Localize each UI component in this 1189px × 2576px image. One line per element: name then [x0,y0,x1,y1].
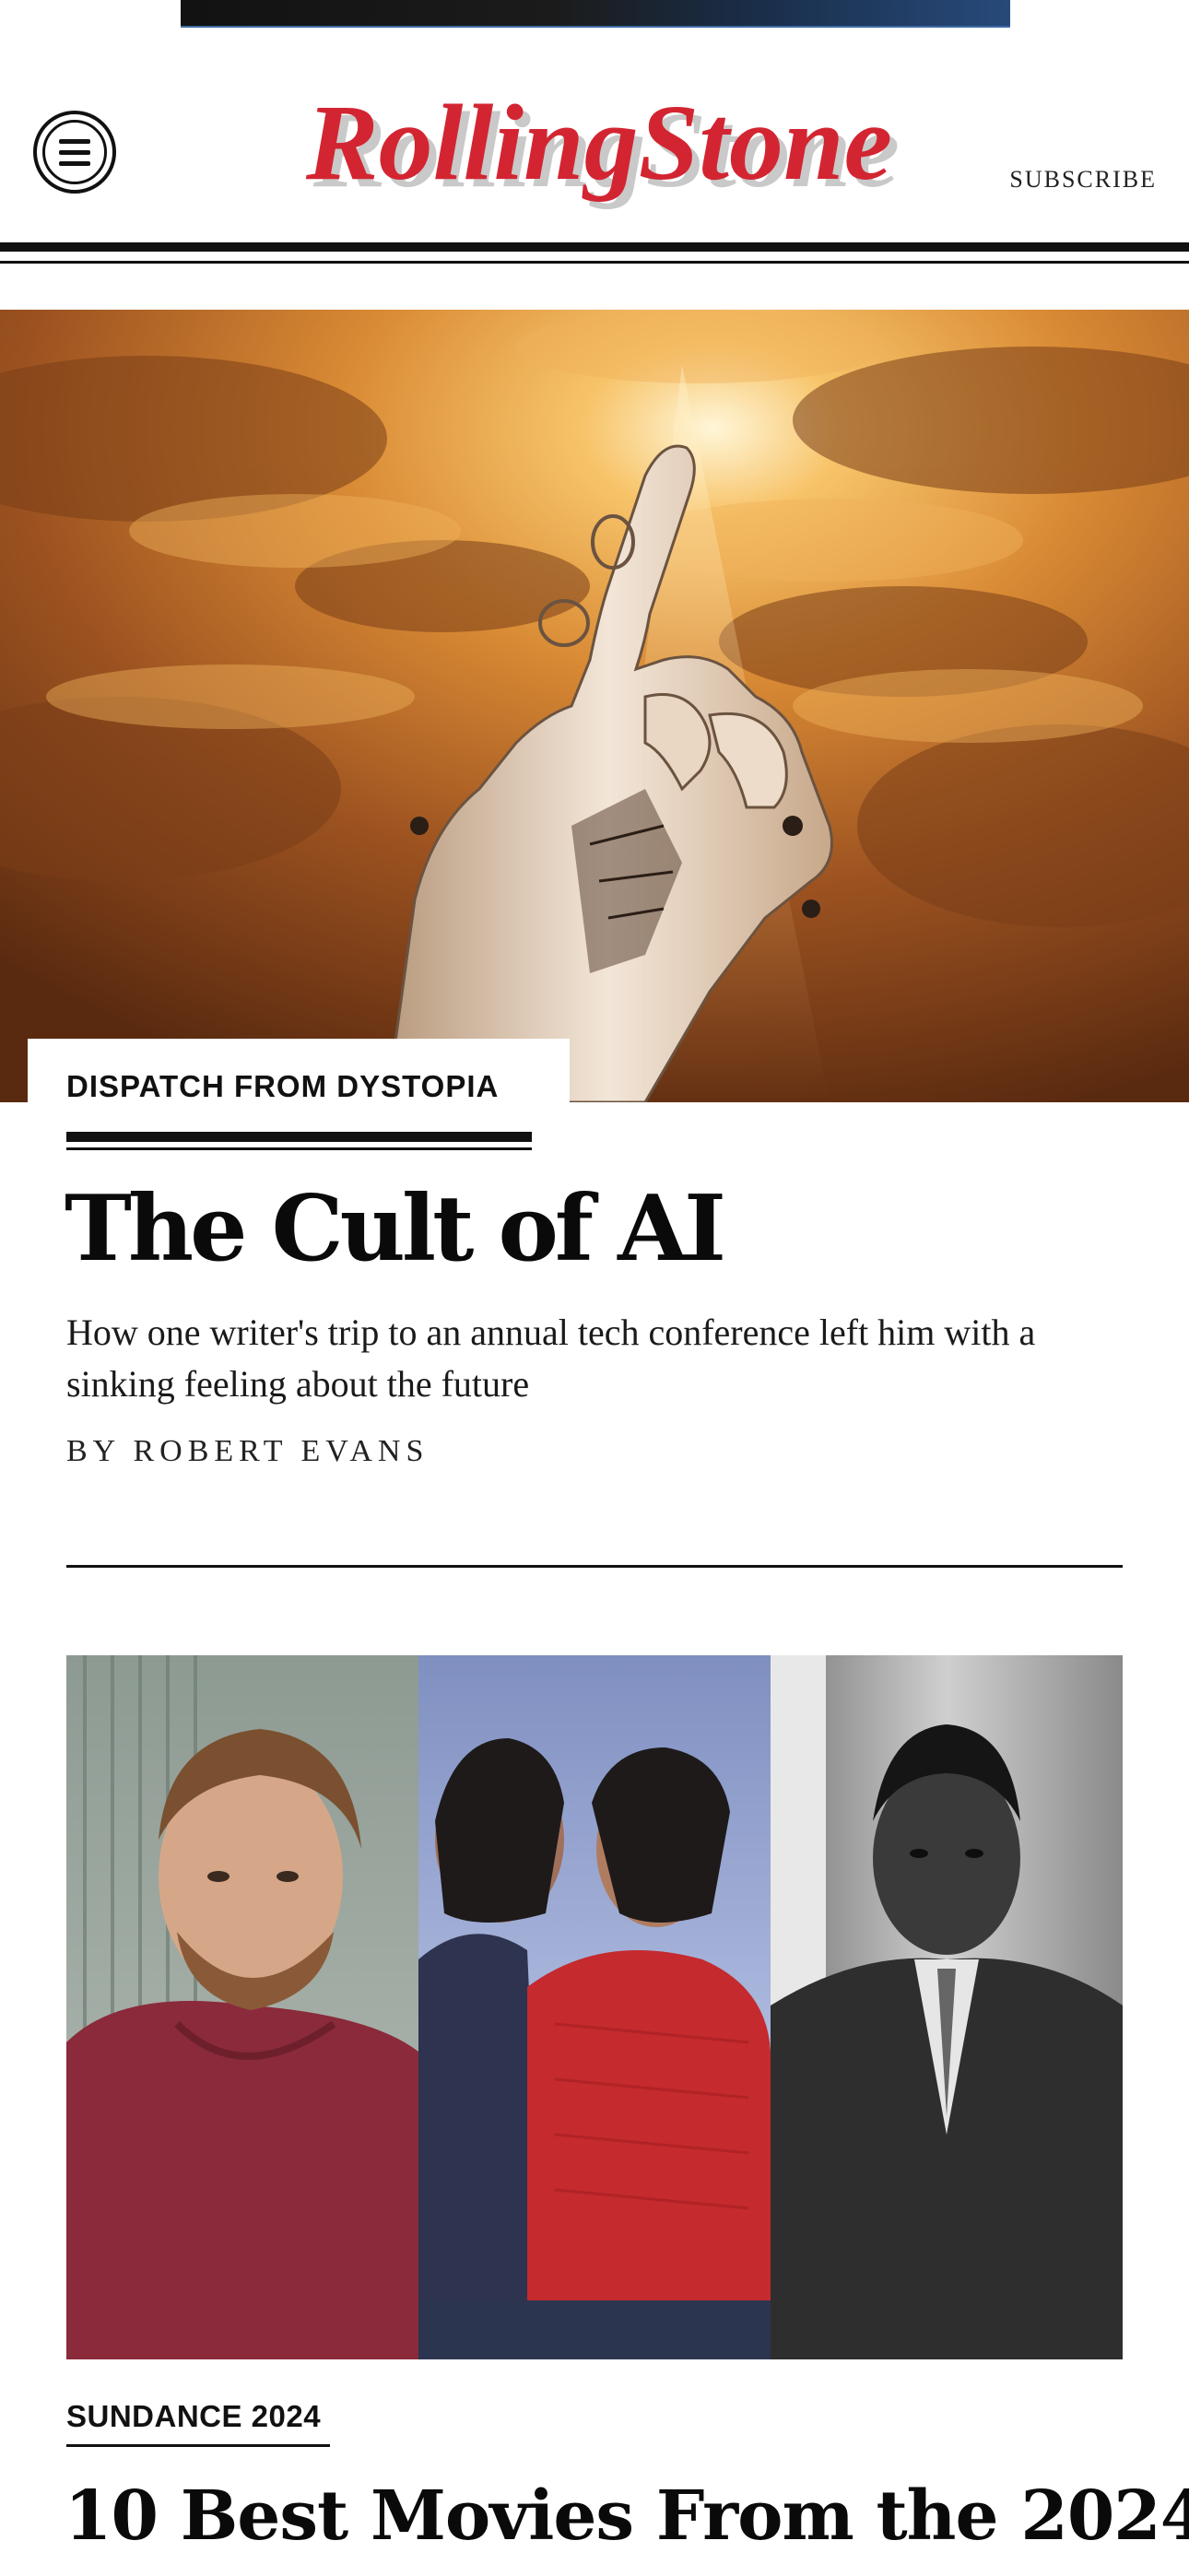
story2-kicker[interactable]: SUNDANCE 2024 [66,2399,321,2434]
hero-headline[interactable]: The Cult of AI [65,1180,726,1279]
hero-kicker[interactable]: DISPATCH FROM DYSTOPIA [66,1069,499,1104]
hamburger-menu-icon [42,120,107,184]
section-divider [66,1565,1123,1568]
kicker-rule-thick [66,1132,532,1142]
logo-text: RollingStone [305,83,892,203]
film-still-two-women [418,1655,771,2359]
menu-button[interactable] [33,111,116,194]
film-still-man-hoodie [66,1655,418,2359]
story2-image[interactable] [66,1655,1123,2359]
hero-dek: How one writer's trip to an annual tech … [66,1312,1036,1405]
story2-headline[interactable]: 10 Best Movies From the 2024 [65,2476,1189,2558]
hero-image[interactable] [0,310,1189,1102]
story2-kicker-rule [66,2444,330,2447]
rolling-stone-logo[interactable]: RollingStone RollingStone [277,82,922,221]
kicker-rule-thin [66,1147,532,1150]
header-rule-thin [0,261,1189,264]
film-still-man-suit [771,1655,1123,2359]
site-header: RollingStone RollingStone SUBSCRIBE [0,28,1189,240]
top-ad-banner[interactable] [181,0,1010,28]
hero-byline[interactable]: BY ROBERT EVANS [66,1434,429,1469]
header-rule-thick [0,242,1189,252]
subscribe-link[interactable]: SUBSCRIBE [1009,166,1157,194]
